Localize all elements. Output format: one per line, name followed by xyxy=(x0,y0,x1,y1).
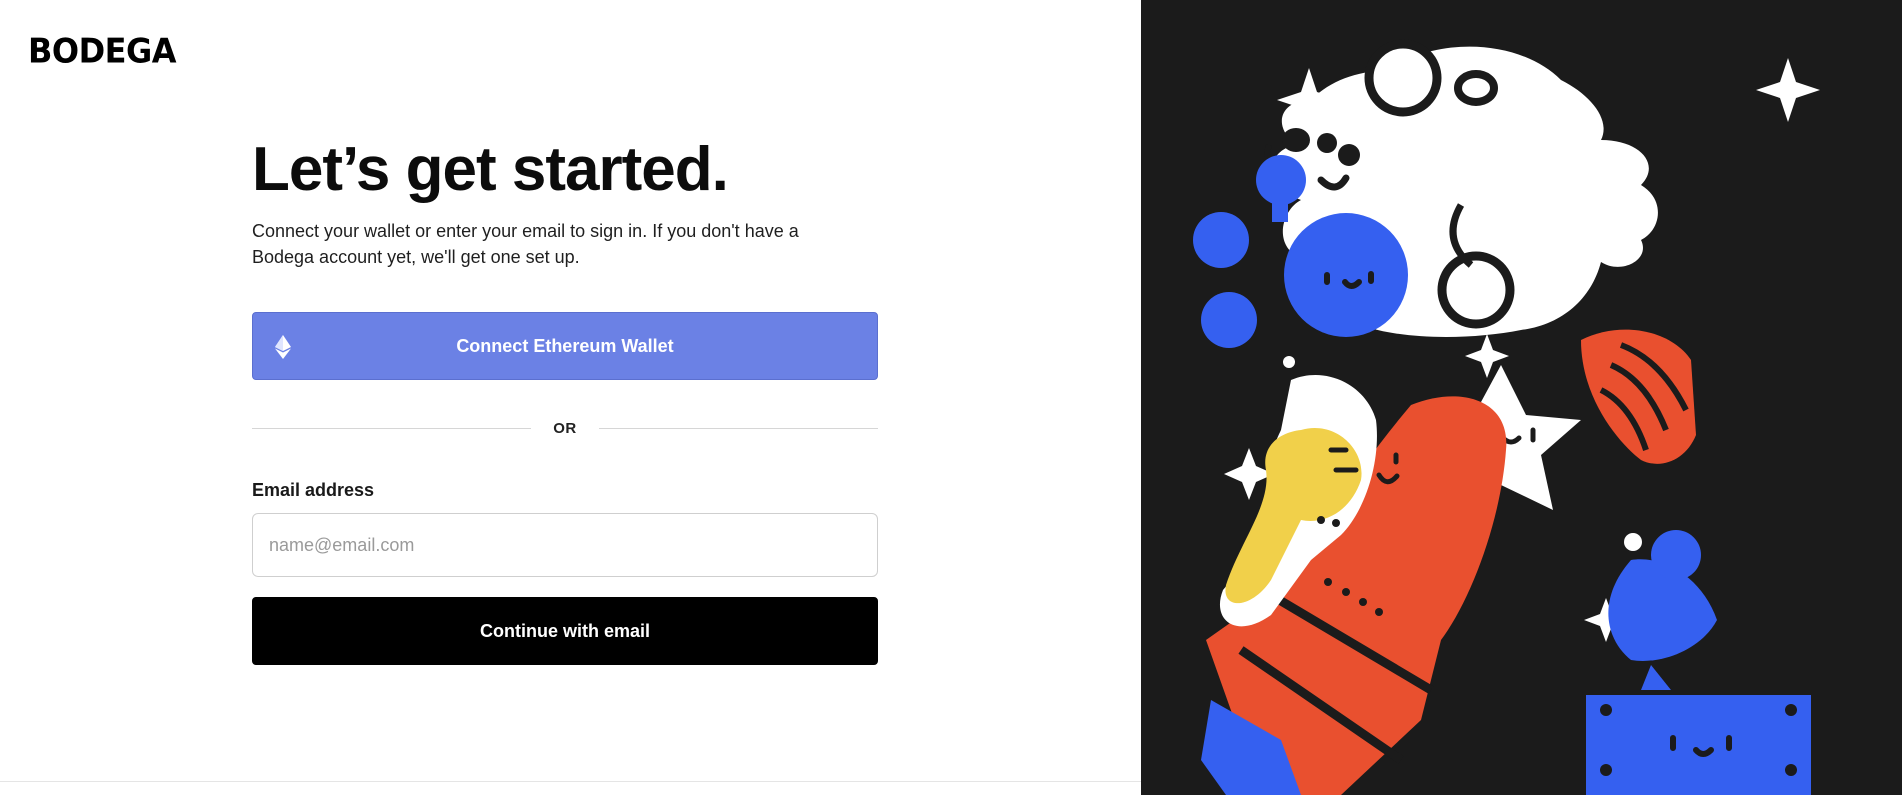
illustration-panel xyxy=(1141,0,1902,795)
footer-divider xyxy=(0,781,1141,782)
signin-form: Let’s get started. Connect your wallet o… xyxy=(252,130,878,665)
continue-with-email-label: Continue with email xyxy=(479,620,650,641)
divider-text: OR xyxy=(553,419,577,437)
red-shield-character xyxy=(1581,329,1696,464)
email-input[interactable] xyxy=(252,513,878,577)
or-divider: OR xyxy=(252,418,878,438)
continue-with-email-button[interactable]: Continue with email xyxy=(252,597,878,665)
email-label: Email address xyxy=(252,480,375,500)
divider-line-left xyxy=(252,427,532,429)
connect-wallet-label: Connect Ethereum Wallet xyxy=(456,335,674,356)
bodega-logo[interactable]: BODEGA xyxy=(28,31,177,71)
page-title: Let’s get started. xyxy=(252,135,729,204)
blue-bowl-character xyxy=(1608,530,1717,690)
ethereum-icon xyxy=(275,335,291,359)
connect-wallet-button[interactable]: Connect Ethereum Wallet xyxy=(252,312,878,380)
signin-panel: BODEGA Let’s get started. Connect your w… xyxy=(0,0,1141,795)
divider-line-right xyxy=(598,427,878,429)
characters-illustration xyxy=(1193,39,1820,795)
signin-description: Connect your wallet or enter your email … xyxy=(252,221,799,267)
